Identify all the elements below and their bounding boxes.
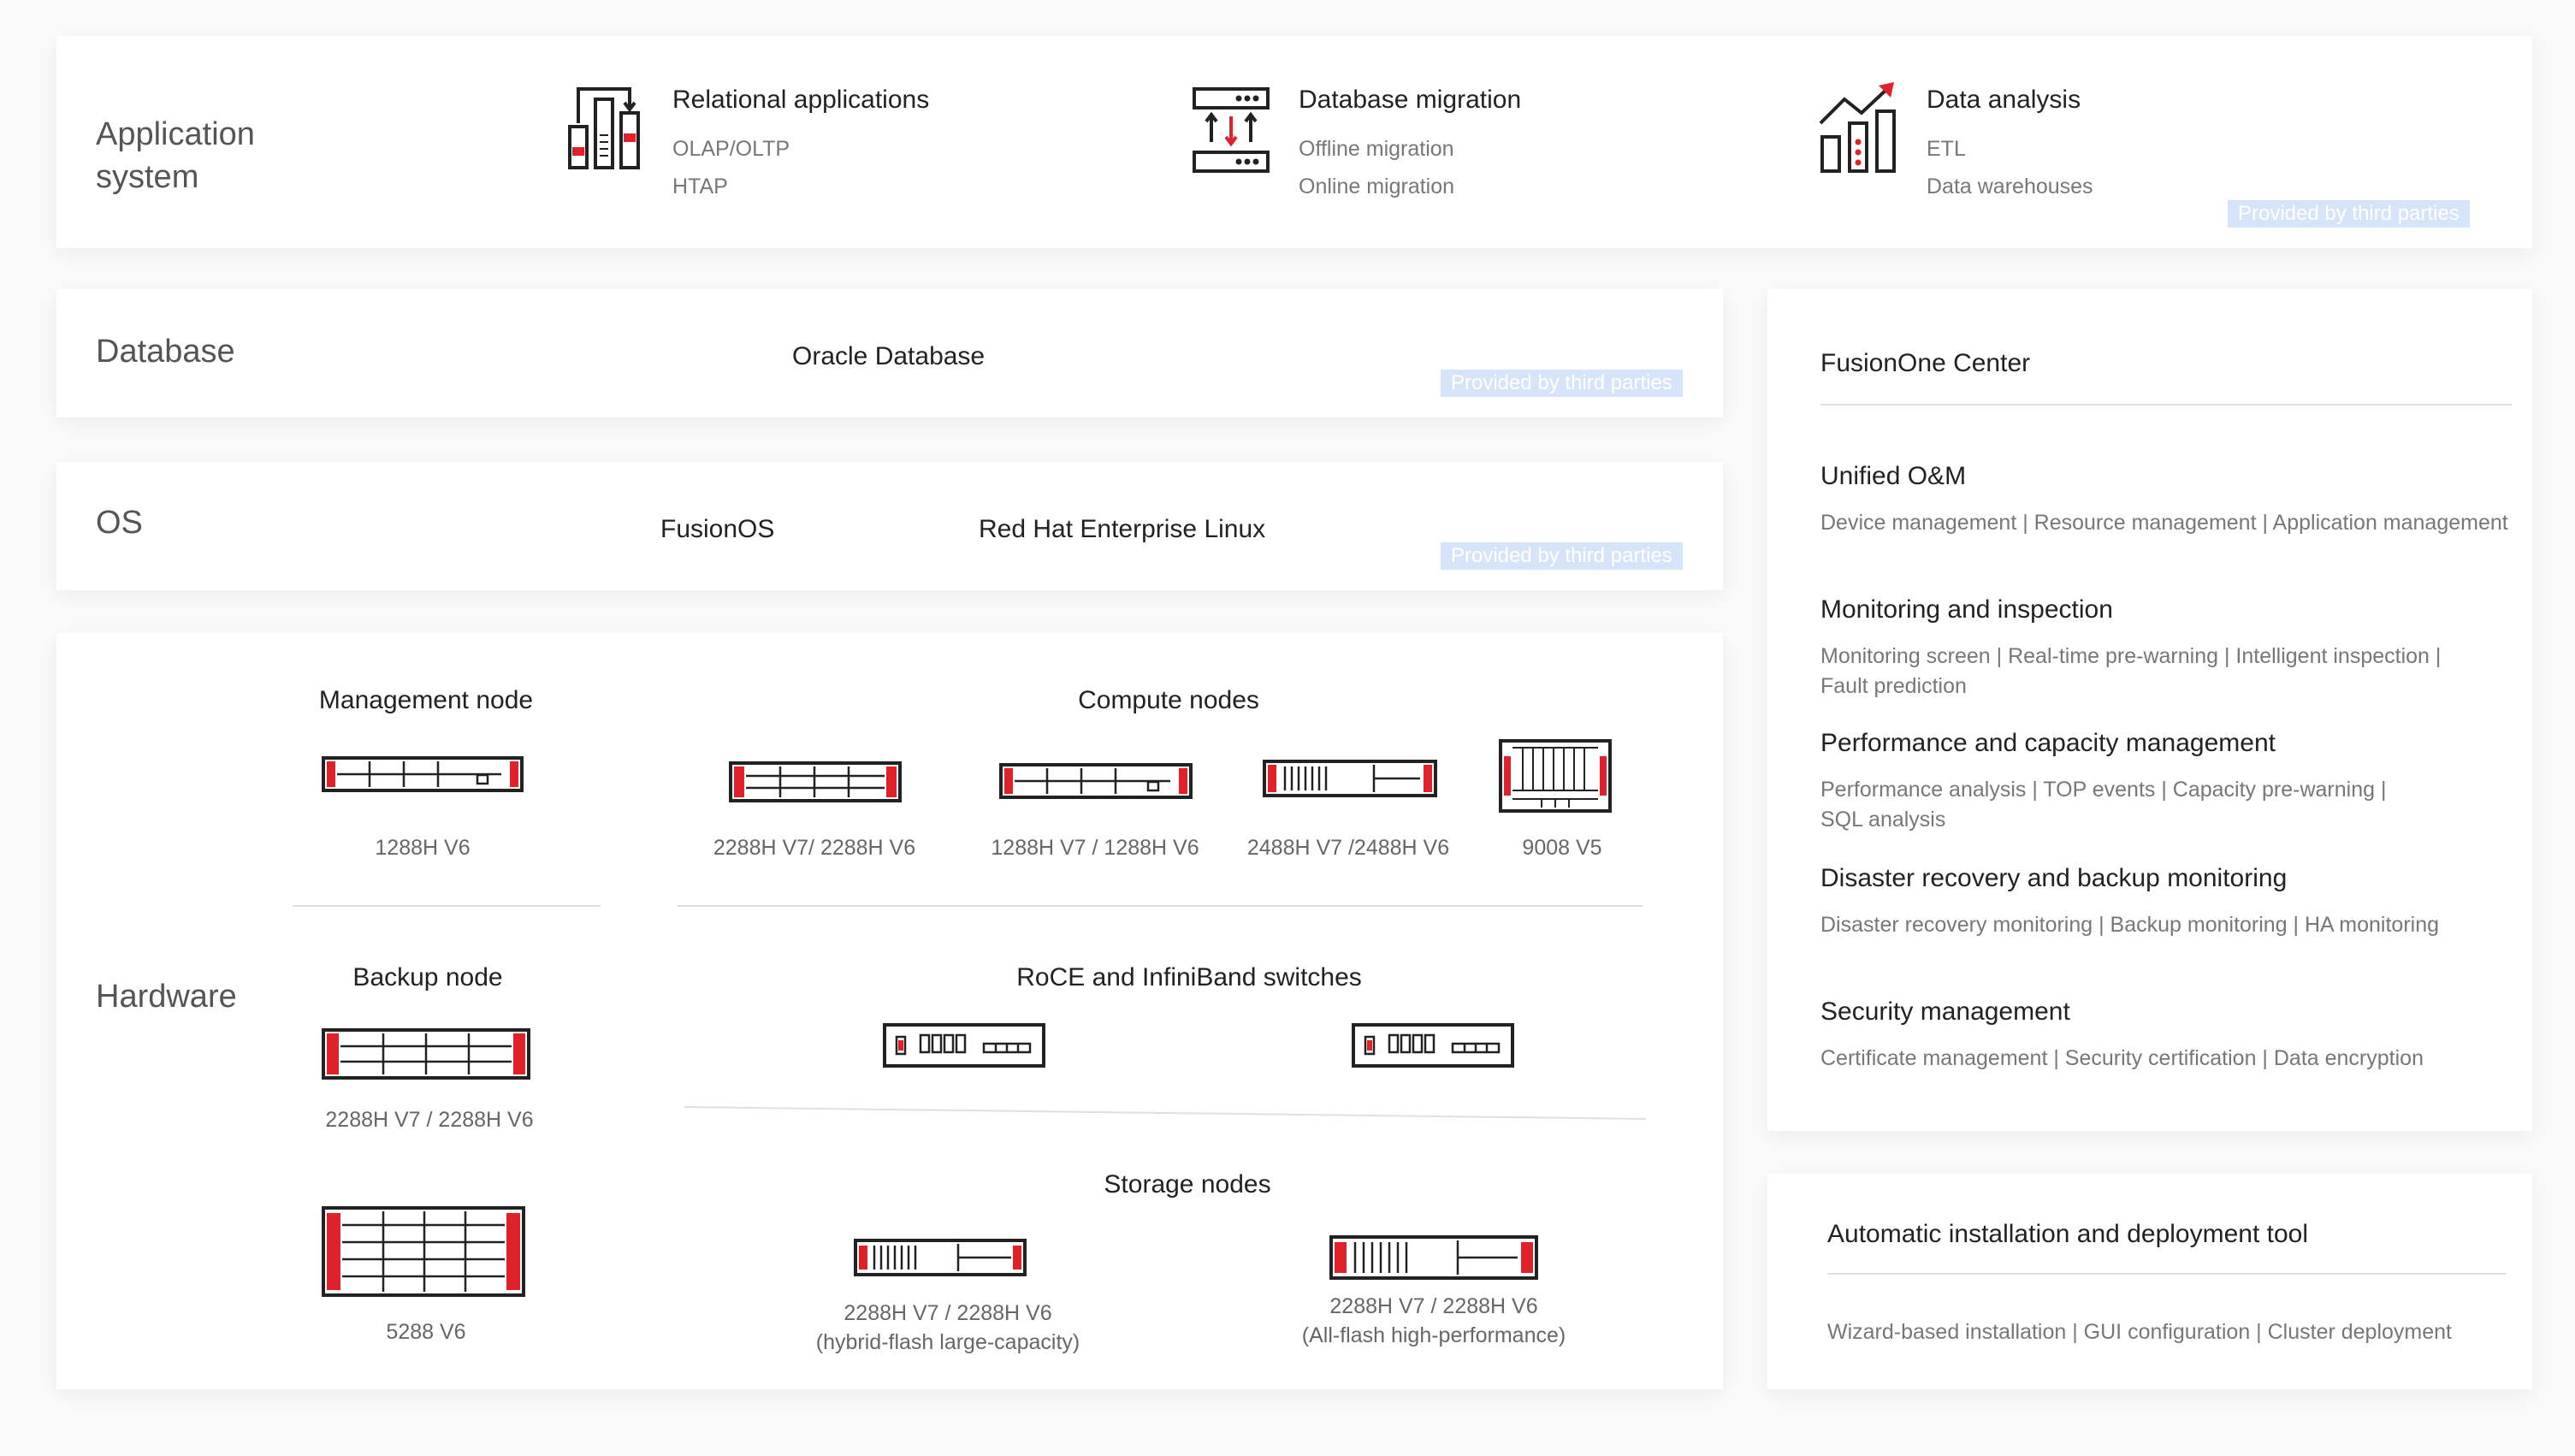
server-4u-icon: [1263, 760, 1437, 797]
compute-nodes-title: Compute nodes: [1078, 686, 1259, 714]
migration-icon: [1193, 87, 1270, 173]
migration-item-1: Offline migration: [1299, 137, 1454, 161]
compute-model-3: 2488H V7 /2488H V6: [1246, 836, 1450, 860]
third-party-badge: Provided by third parties: [1441, 370, 1683, 397]
hardware-layer-card: Hardware Management node 1288H V6 Comput…: [56, 633, 1723, 1389]
fusionone-title: FusionOne Center: [1820, 349, 2031, 377]
storage-model-2-note: (All-flash high-performance): [1301, 1323, 1566, 1347]
divider: [293, 905, 601, 907]
data-analysis-item-1: ETL: [1927, 137, 1966, 161]
disaster-recovery-desc: Disaster recovery monitoring | Backup mo…: [1820, 913, 2440, 937]
application-layer-card: Application system Relational applicatio…: [56, 36, 2532, 248]
data-analysis-item-2: Data warehouses: [1927, 175, 2093, 198]
monitoring-desc: Monitoring screen | Real-time pre-warnin…: [1820, 644, 2442, 698]
management-node-title: Management node: [318, 686, 534, 714]
relational-apps-title: Relational applications: [672, 86, 930, 114]
data-analysis-title: Data analysis: [1927, 86, 2081, 114]
divider: [678, 905, 1643, 907]
os-item-rhel: Red Hat Enterprise Linux: [979, 515, 1266, 543]
os-layer-card: OS FusionOS Red Hat Enterprise Linux Pro…: [56, 462, 1723, 590]
divider: [1820, 404, 2512, 405]
storage-allflash-icon: [1329, 1235, 1538, 1280]
application-layer-title: Application system: [96, 116, 255, 195]
server-2u-icon: [729, 761, 902, 802]
deployment-tool-card: Automatic installation and deployment to…: [1767, 1174, 2532, 1389]
hardware-layer-title: Hardware: [96, 979, 237, 1015]
security-desc: Certificate management | Security certif…: [1820, 1046, 2424, 1070]
management-node-model: 1288H V6: [375, 836, 471, 860]
relational-apps-item-2: HTAP: [672, 175, 728, 198]
storage-hybrid-icon: [854, 1239, 1027, 1276]
deployment-tool-title: Automatic installation and deployment to…: [1827, 1220, 2309, 1248]
database-layer-card: Database Oracle Database Provided by thi…: [56, 289, 1723, 417]
compute-model-2: 1288H V7 / 1288H V6: [991, 836, 1199, 860]
performance-desc: Performance analysis | TOP events | Capa…: [1820, 778, 2387, 832]
third-party-badge: Provided by third parties: [1441, 542, 1683, 570]
relational-apps-icon: [568, 87, 640, 169]
unified-om-desc: Device management | Resource management …: [1820, 511, 2508, 535]
database-item: Oracle Database: [792, 342, 986, 370]
server-9008-icon: [1499, 739, 1612, 813]
storage-model-1-note: (hybrid-flash large-capacity): [815, 1330, 1080, 1354]
deployment-tool-desc: Wizard-based installation | GUI configur…: [1827, 1320, 2452, 1344]
server-1u-icon: [999, 763, 1193, 799]
compute-model-1: 2288H V7/ 2288H V6: [713, 836, 916, 860]
storage-nodes-title: Storage nodes: [1104, 1170, 1271, 1199]
security-title: Security management: [1820, 997, 2070, 1026]
data-analysis-icon: [1819, 82, 1896, 173]
storage-model-1: 2288H V7 / 2288H V6: [844, 1301, 1052, 1325]
performance-title: Performance and capacity management: [1820, 729, 2276, 757]
migration-title: Database migration: [1299, 86, 1522, 114]
backup-node-title: Backup node: [352, 963, 503, 991]
divider: [684, 1106, 1646, 1120]
relational-apps-item-1: OLAP/OLTP: [672, 137, 790, 161]
switches-title: RoCE and InfiniBand switches: [1016, 963, 1362, 991]
unified-om-title: Unified O&M: [1820, 462, 1967, 490]
third-party-badge: Provided by third parties: [2228, 200, 2470, 228]
migration-item-2: Online migration: [1299, 175, 1455, 198]
compute-model-4: 9008 V5: [1522, 836, 1602, 860]
fusionone-center-card: FusionOne Center Unified O&M Device mana…: [1767, 289, 2532, 1131]
server-2u-icon: [322, 1028, 530, 1080]
server-1u-icon: [322, 756, 524, 792]
switch-icon: [883, 1023, 1045, 1068]
monitoring-title: Monitoring and inspection: [1820, 595, 2113, 624]
divider: [1827, 1273, 2507, 1275]
backup-model-1: 2288H V7 / 2288H V6: [325, 1108, 534, 1132]
switch-icon: [1352, 1023, 1514, 1068]
database-layer-title: Database: [96, 334, 235, 370]
os-item-fusionos: FusionOS: [660, 515, 775, 543]
os-layer-title: OS: [96, 505, 143, 541]
storage-model-2: 2288H V7 / 2288H V6: [1329, 1294, 1538, 1318]
server-4u-storage-icon: [322, 1206, 525, 1297]
disaster-recovery-title: Disaster recovery and backup monitoring: [1820, 864, 2288, 892]
backup-model-2: 5288 V6: [386, 1320, 466, 1344]
